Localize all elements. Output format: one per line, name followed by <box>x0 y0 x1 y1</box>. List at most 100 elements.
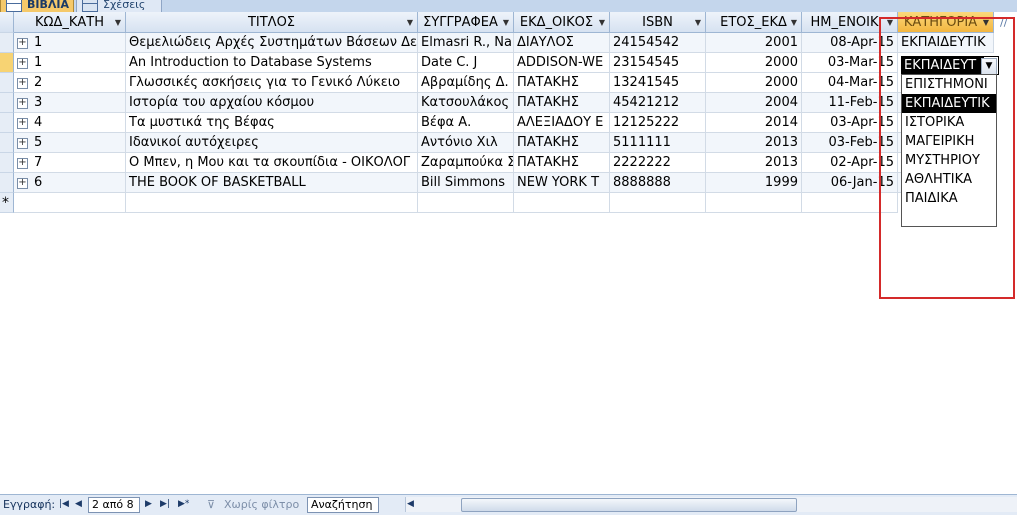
row-selector-current[interactable] <box>0 53 14 73</box>
horizontal-scrollbar[interactable]: ◀ <box>405 497 1017 512</box>
cell-isbn[interactable]: 5111111 <box>610 133 706 153</box>
current-record-field[interactable]: 2 από 8 <box>88 497 140 513</box>
cell-date[interactable]: 03-Mar-15 <box>802 53 898 73</box>
cell-publisher[interactable]: NEW YORK T <box>514 173 610 193</box>
sort-arrow-icon[interactable]: ▼ <box>791 12 797 32</box>
previous-record-icon[interactable]: ◀ <box>75 495 82 514</box>
cell-year[interactable]: 2013 <box>706 133 802 153</box>
cell-kod-new[interactable] <box>14 193 126 213</box>
column-header-etos-ekd[interactable]: ΕΤΟΣ_ΕΚΔ ▼ <box>706 12 802 33</box>
cell-title[interactable]: Θεμελιώδεις Αρχές Συστημάτων Βάσεων Δεδ <box>126 33 418 53</box>
category-combo-box[interactable]: ΕΚΠΑΙΔΕΥΤ ▼ <box>901 56 999 75</box>
cell-kod[interactable]: 7 <box>14 153 126 173</box>
cell-isbn[interactable]: 13241545 <box>610 73 706 93</box>
cell-date[interactable]: 02-Apr-15 <box>802 153 898 173</box>
cell-isbn[interactable]: 2222222 <box>610 153 706 173</box>
cell-title[interactable]: Τα μυστικά της Βέφας <box>126 113 418 133</box>
select-all-corner[interactable] <box>0 12 14 33</box>
cell-publisher[interactable]: ΠΑΤΑΚΗΣ <box>514 153 610 173</box>
cell-category[interactable]: ΕΚΠΑΙΔΕΥΤΙΚ <box>898 33 994 53</box>
column-header-isbn[interactable]: ISBN ▼ <box>610 12 706 33</box>
expand-plus-icon[interactable]: + <box>17 98 28 109</box>
row-selector[interactable] <box>0 93 14 113</box>
column-header-ekd-oikos[interactable]: ΕΚΔ_ΟΙΚΟΣ ▼ <box>514 12 610 33</box>
column-header-kod[interactable]: ΚΩΔ_ΚΑΤΗ ▼ <box>14 12 126 33</box>
cell-publisher[interactable]: ΑΛΕΞΙΑΔΟΥ Ε <box>514 113 610 133</box>
add-new-field-column[interactable]: // <box>1000 12 1007 33</box>
cell-author[interactable]: Αντόνιο Χιλ <box>418 133 514 153</box>
cell-date[interactable]: 06-Jan-15 <box>802 173 898 193</box>
cell-title[interactable]: Ιδανικοί αυτόχειρες <box>126 133 418 153</box>
dropdown-option[interactable]: ΑΘΛΗΤΙΚΑ <box>902 170 996 189</box>
cell-date-new[interactable] <box>802 193 898 213</box>
scroll-left-icon[interactable]: ◀ <box>407 497 414 512</box>
cell-author[interactable]: Date C. J <box>418 53 514 73</box>
cell-publisher[interactable]: ΠΑΤΑΚΗΣ <box>514 93 610 113</box>
cell-kod[interactable]: 5 <box>14 133 126 153</box>
chevron-down-icon[interactable]: ▼ <box>981 58 997 75</box>
cell-kod[interactable]: 4 <box>14 113 126 133</box>
sort-arrow-icon[interactable]: ▼ <box>115 12 121 32</box>
dropdown-option-highlighted[interactable]: ΕΚΠΑΙΔΕΥΤΙΚ <box>902 94 996 113</box>
cell-isbn[interactable]: 23154545 <box>610 53 706 73</box>
cell-publisher-new[interactable] <box>514 193 610 213</box>
tab-scheseis[interactable]: Σχέσεις <box>76 0 162 12</box>
cell-year[interactable]: 2013 <box>706 153 802 173</box>
cell-title[interactable]: Ο Μπεν, η Μου και τα σκουπίδια - ΟΙΚΟΛΟΓ <box>126 153 418 173</box>
sort-arrow-icon[interactable]: ▼ <box>887 12 893 32</box>
cell-kod[interactable]: 1 <box>14 33 126 53</box>
expand-plus-icon[interactable]: + <box>17 118 28 129</box>
last-record-icon[interactable]: ▶| <box>160 495 170 514</box>
cell-year[interactable]: 2004 <box>706 93 802 113</box>
cell-year[interactable]: 2014 <box>706 113 802 133</box>
cell-author[interactable]: Bill Simmons <box>418 173 514 193</box>
cell-date[interactable]: 08-Apr-15 <box>802 33 898 53</box>
cell-kod[interactable]: 1 <box>14 53 126 73</box>
new-record-icon[interactable]: ▶* <box>178 495 189 514</box>
category-combo-value[interactable]: ΕΚΠΑΙΔΕΥΤ <box>902 57 984 74</box>
column-header-im-enoik[interactable]: ΗΜ_ΕΝΟΙΚ ▼ <box>802 12 898 33</box>
column-header-syggrafeas[interactable]: ΣΥΓΓΡΑΦΕΑ ▼ <box>418 12 514 33</box>
cell-author[interactable]: Ζαραμπούκα Σ <box>418 153 514 173</box>
search-input[interactable]: Αναζήτηση <box>307 497 379 513</box>
expand-plus-icon[interactable]: + <box>17 38 28 49</box>
dropdown-option[interactable]: ΜΥΣΤΗΡΙΟΥ <box>902 151 996 170</box>
cell-isbn[interactable]: 8888888 <box>610 173 706 193</box>
dropdown-option[interactable]: ΠΑΙΔΙΚΑ <box>902 189 996 208</box>
expand-plus-icon[interactable]: + <box>17 78 28 89</box>
cell-year-new[interactable] <box>706 193 802 213</box>
cell-isbn[interactable]: 24154542 <box>610 33 706 53</box>
cell-year[interactable]: 2001 <box>706 33 802 53</box>
cell-date[interactable]: 04-Mar-15 <box>802 73 898 93</box>
cell-title[interactable]: THE BOOK OF BASKETBALL <box>126 173 418 193</box>
cell-publisher[interactable]: ΔΙΑΥΛΟΣ <box>514 33 610 53</box>
cell-year[interactable]: 2000 <box>706 73 802 93</box>
cell-author[interactable]: Αβραμίδης Δ. <box>418 73 514 93</box>
sort-arrow-icon[interactable]: ▼ <box>599 12 605 32</box>
cell-isbn-new[interactable] <box>610 193 706 213</box>
cell-title[interactable]: Ιστορία του αρχαίου κόσμου <box>126 93 418 113</box>
row-selector[interactable] <box>0 153 14 173</box>
expand-plus-icon[interactable]: + <box>17 58 28 69</box>
cell-isbn[interactable]: 45421212 <box>610 93 706 113</box>
cell-author-new[interactable] <box>418 193 514 213</box>
cell-publisher[interactable]: ADDISON-WE <box>514 53 610 73</box>
sort-arrow-icon[interactable]: ▼ <box>695 12 701 32</box>
cell-title[interactable]: Γλωσσικές ασκήσεις για το Γενικό Λύκειο <box>126 73 418 93</box>
cell-author[interactable]: Βέφα Α. <box>418 113 514 133</box>
row-selector[interactable] <box>0 113 14 133</box>
new-record-selector[interactable]: * <box>0 193 14 213</box>
cell-publisher[interactable]: ΠΑΤΑΚΗΣ <box>514 133 610 153</box>
next-record-icon[interactable]: ▶ <box>145 495 152 514</box>
dropdown-option[interactable]: ΕΠΙΣΤΗΜΟΝΙ <box>902 75 996 94</box>
cell-kod[interactable]: 3 <box>14 93 126 113</box>
row-selector[interactable] <box>0 33 14 53</box>
sort-arrow-icon[interactable]: ▼ <box>407 12 413 32</box>
cell-isbn[interactable]: 12125222 <box>610 113 706 133</box>
cell-year[interactable]: 1999 <box>706 173 802 193</box>
expand-plus-icon[interactable]: + <box>17 178 28 189</box>
cell-date[interactable]: 11-Feb-15 <box>802 93 898 113</box>
scrollbar-thumb[interactable] <box>461 498 797 512</box>
row-selector[interactable] <box>0 73 14 93</box>
sort-arrow-icon[interactable]: ▼ <box>983 12 989 32</box>
